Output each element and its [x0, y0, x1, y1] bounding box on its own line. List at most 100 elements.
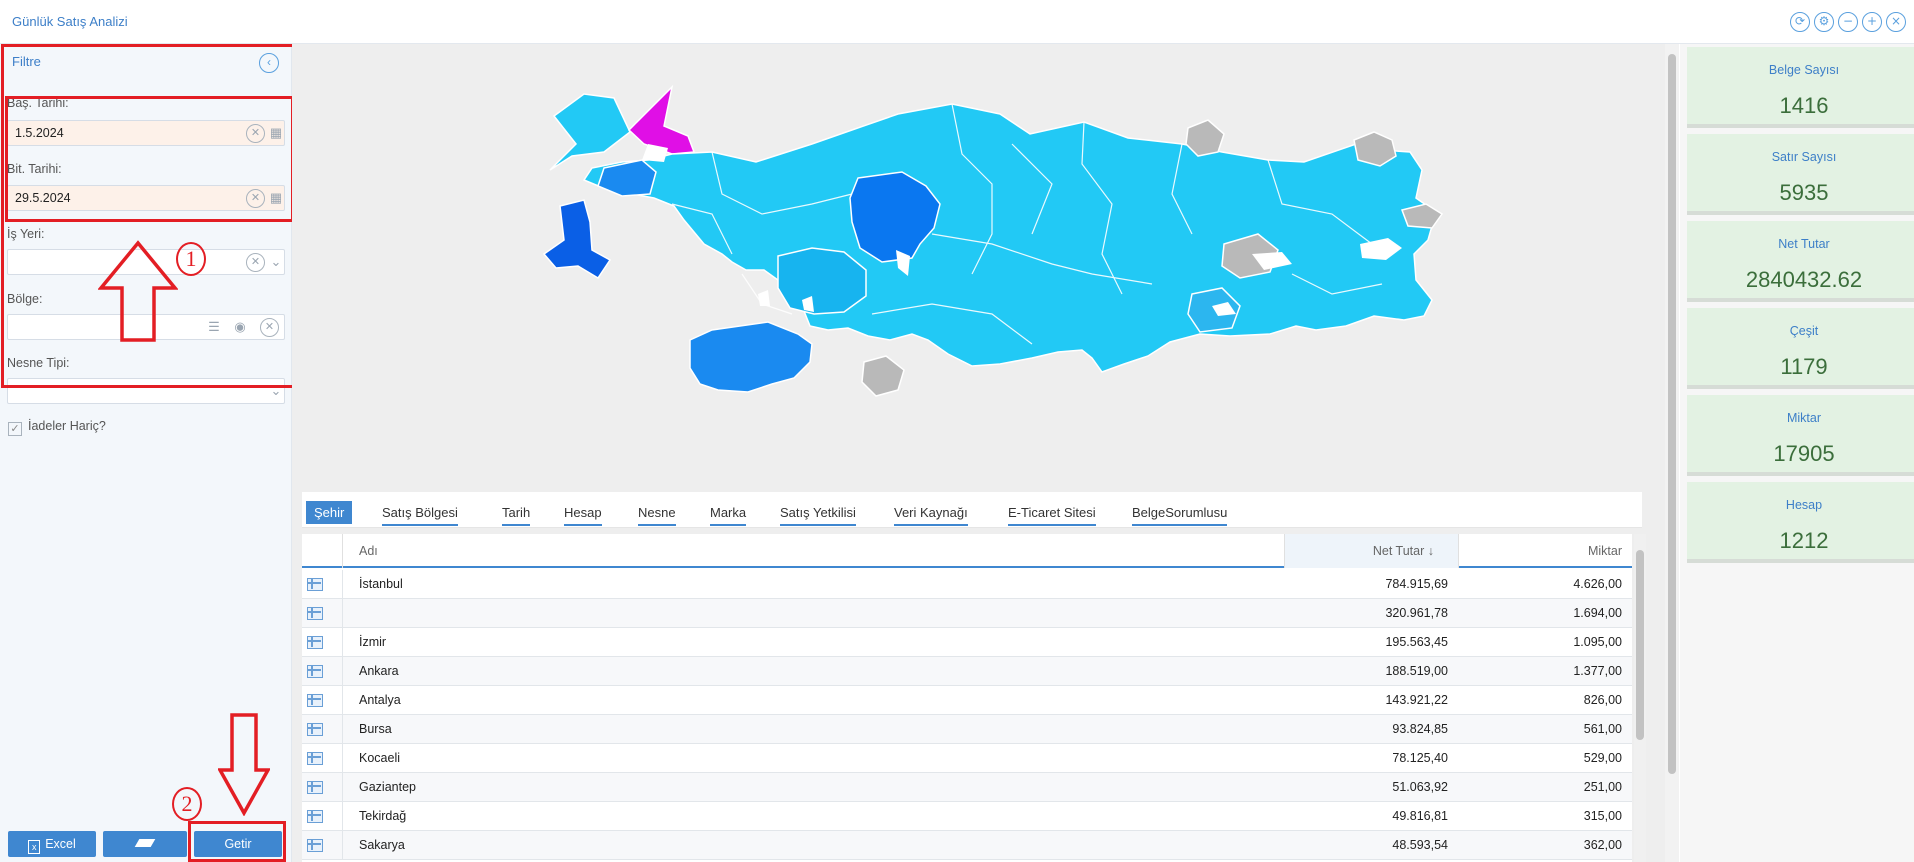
kpi-card: Hesap 1212 — [1687, 482, 1914, 563]
maximize-icon[interactable]: + — [1862, 12, 1882, 32]
cell-net: 93.824,85 — [1392, 722, 1448, 736]
cell-net: 188.519,00 — [1385, 664, 1448, 678]
kpi-card: Çeşit 1179 — [1687, 308, 1914, 389]
cell-name: Gaziantep — [359, 780, 416, 794]
cell-net: 78.125,40 — [1392, 751, 1448, 765]
table-row[interactable]: Antalya 143.921,22 826,00 — [302, 686, 1632, 715]
kpi-value: 1179 — [1780, 354, 1828, 379]
cell-name: İzmir — [359, 635, 387, 649]
grid-header: Adı Net Tutar ↓ Miktar — [302, 534, 1632, 568]
row-detail-icon[interactable] — [307, 607, 323, 620]
cell-qty: 1.377,00 — [1573, 664, 1622, 678]
table-row[interactable]: İzmir 195.563,45 1.095,00 — [302, 628, 1632, 657]
kpi-value: 17905 — [1773, 441, 1835, 466]
row-detail-icon[interactable] — [307, 810, 323, 823]
table-row[interactable]: Kocaeli 78.125,40 529,00 — [302, 744, 1632, 773]
checkbox-icon[interactable]: ✓ — [8, 422, 22, 436]
tab-veri-kaynagi[interactable]: Veri Kaynağı — [894, 501, 968, 526]
kpi-value: 1212 — [1779, 528, 1829, 553]
cell-name: Tekirdağ — [359, 809, 407, 823]
clear-filter-button[interactable] — [103, 831, 187, 857]
table-row[interactable]: Gaziantep 51.063,92 251,00 — [302, 773, 1632, 802]
row-detail-icon[interactable] — [307, 781, 323, 794]
group-tabs: Şehir Satış Bölgesi Tarih Hesap Nesne Ma… — [302, 492, 1642, 528]
turkey-sales-map — [542, 84, 1444, 397]
getir-label: Getir — [224, 837, 252, 851]
annotation-box-dates — [5, 96, 294, 222]
close-icon[interactable]: × — [1886, 12, 1906, 32]
kpi-card: Satır Sayısı 5935 — [1687, 134, 1914, 215]
row-detail-icon[interactable] — [307, 694, 323, 707]
map-region-thrace — [549, 93, 631, 171]
returns-excluded-checkbox[interactable]: ✓ İadeler Hariç? — [8, 419, 106, 436]
map-region-izmir — [542, 199, 612, 280]
annotation-arrow-down — [218, 713, 270, 816]
map-lake-egirdir — [758, 290, 770, 306]
row-detail-icon[interactable] — [307, 578, 323, 591]
annotation-arrow-up — [98, 240, 178, 342]
refresh-icon[interactable]: ⟳ — [1790, 12, 1810, 32]
tab-belge-sorumlusu[interactable]: BelgeSorumlusu — [1132, 501, 1228, 526]
row-detail-icon[interactable] — [307, 636, 323, 649]
grid-scrollbar[interactable] — [1634, 534, 1646, 862]
tab-nesne[interactable]: Nesne — [638, 501, 676, 526]
window-controls: ⟳ ⚙ − + × — [1790, 12, 1906, 32]
table-row[interactable]: Sakarya 48.593,54 362,00 — [302, 831, 1632, 860]
column-header-qty[interactable]: Miktar — [1458, 544, 1622, 558]
table-row[interactable]: Bursa 93.824,85 561,00 — [302, 715, 1632, 744]
cell-qty: 362,00 — [1583, 838, 1622, 852]
table-row[interactable]: Tekirdağ 49.816,81 315,00 — [302, 802, 1632, 831]
cell-net: 49.816,81 — [1392, 809, 1448, 823]
tab-marka[interactable]: Marka — [710, 501, 747, 526]
tab-satis-bolgesi[interactable]: Satış Bölgesi — [382, 501, 458, 526]
getir-button[interactable]: Getir — [194, 831, 282, 857]
table-row[interactable]: İstanbul 784.915,69 4.626,00 — [302, 570, 1632, 599]
tab-e-ticaret-sitesi[interactable]: E-Ticaret Sitesi — [1008, 501, 1096, 526]
kpi-label: Belge Sayısı — [1768, 63, 1840, 77]
table-row[interactable]: 320.961,78 1.694,00 — [302, 599, 1632, 628]
excel-button[interactable]: x Excel — [8, 831, 96, 857]
column-header-net[interactable]: Net Tutar ↓ — [1284, 544, 1434, 558]
tab-hesap[interactable]: Hesap — [564, 501, 602, 526]
cell-qty: 529,00 — [1583, 751, 1622, 765]
bottom-toolbar: x Excel Getir — [0, 828, 292, 862]
cell-name: İstanbul — [359, 577, 403, 591]
map-region-istanbul — [627, 84, 696, 155]
row-detail-icon[interactable] — [307, 665, 323, 678]
kpi-value: 1416 — [1779, 93, 1829, 118]
window-title: Günlük Satış Analizi — [12, 14, 128, 29]
cell-qty: 561,00 — [1583, 722, 1622, 736]
sales-grid: Adı Net Tutar ↓ Miktar İstanbul 784.915,6… — [302, 534, 1632, 862]
main-content: Şehir Satış Bölgesi Tarih Hesap Nesne Ma… — [292, 44, 1666, 862]
cell-qty: 1.095,00 — [1573, 635, 1622, 649]
minimize-icon[interactable]: − — [1838, 12, 1858, 32]
kpi-card: Net Tutar 2840432.62 — [1687, 221, 1914, 302]
annotation-marker-2: 2 — [172, 787, 202, 821]
tab-satis-yetkilisi[interactable]: Satış Yetkilisi — [780, 501, 856, 526]
kpi-label: Miktar — [1786, 411, 1822, 425]
cell-qty: 315,00 — [1583, 809, 1622, 823]
cell-name: Sakarya — [359, 838, 405, 852]
table-row[interactable]: Ankara 188.519,00 1.377,00 — [302, 657, 1632, 686]
excel-label: Excel — [45, 837, 76, 851]
kpi-card: Belge Sayısı 1416 — [1687, 47, 1914, 128]
map-region-antalya — [689, 321, 813, 393]
eraser-icon — [134, 839, 156, 847]
column-header-net-label: Net Tutar — [1372, 544, 1425, 558]
tab-tarih[interactable]: Tarih — [502, 501, 531, 526]
row-detail-icon[interactable] — [307, 839, 323, 852]
cell-qty: 4.626,00 — [1573, 577, 1622, 591]
tab-sehir[interactable]: Şehir — [306, 501, 353, 524]
page-scrollbar[interactable] — [1665, 44, 1679, 862]
gear-icon[interactable]: ⚙ — [1814, 12, 1834, 32]
row-detail-icon[interactable] — [307, 752, 323, 765]
column-header-name[interactable]: Adı — [359, 544, 378, 558]
row-detail-icon[interactable] — [307, 723, 323, 736]
cell-name: Ankara — [359, 664, 399, 678]
map-region-nodata-5 — [861, 355, 905, 397]
cell-net: 784.915,69 — [1385, 577, 1448, 591]
kpi-panel: Belge Sayısı 1416 Satır Sayısı 5935 Net Tuta… — [1680, 44, 1914, 862]
map-region-nodata-2 — [1185, 119, 1225, 157]
cell-net: 143.921,22 — [1385, 693, 1448, 707]
cell-net: 320.961,78 — [1385, 606, 1448, 620]
